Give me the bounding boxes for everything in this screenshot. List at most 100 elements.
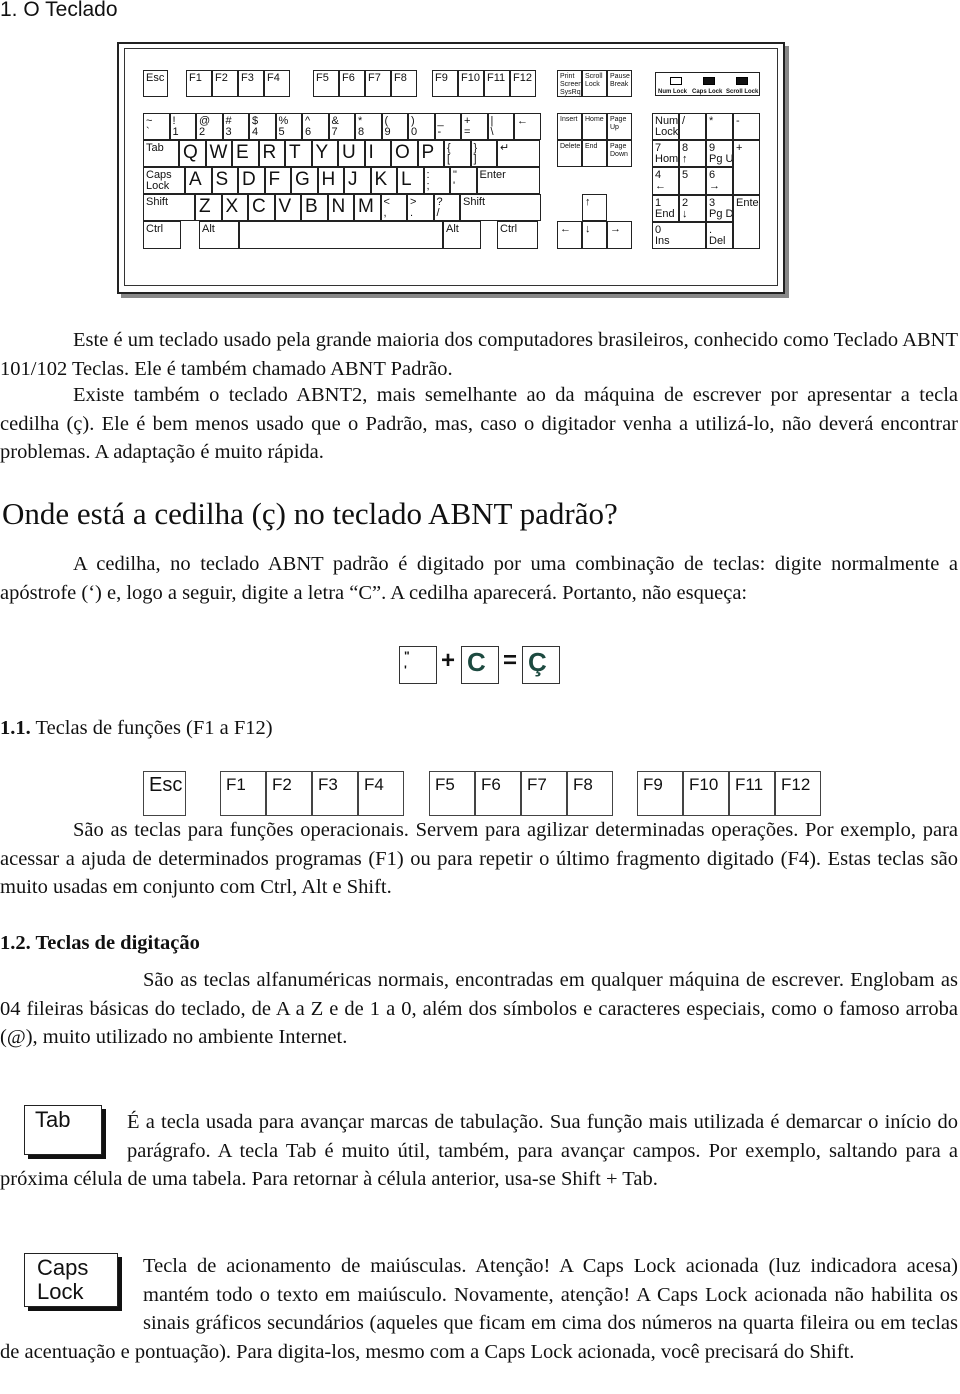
paragraph-abnt: Este é um teclado usado pela grande maio… — [0, 329, 958, 380]
keyboard-key: D — [238, 167, 265, 194]
keyboard-key: ^ 6 — [302, 113, 329, 140]
keyboard-key: & 7 — [328, 113, 355, 140]
keyboard-key: F — [264, 167, 291, 194]
numpad-key: . Del — [706, 221, 733, 249]
keyboard-key: * 8 — [355, 113, 382, 140]
numpad-key: Num Lock — [652, 113, 679, 141]
key-f2: F2 — [212, 70, 238, 97]
keyboard-key: ? / — [433, 194, 460, 221]
keyboard-key: : ; — [423, 167, 450, 194]
section-number: 1.1. — [0, 717, 31, 739]
numpad-key: 6 → — [706, 167, 733, 195]
keyboard-key: Z — [195, 194, 222, 221]
keyboard-key: Shift — [460, 194, 541, 221]
keyboard-key: Shift — [143, 194, 195, 221]
keyboard-key: R — [258, 140, 285, 167]
keyboard-key: Q — [179, 140, 206, 167]
keyboard-key: $ 4 — [249, 113, 276, 140]
arrow-right-key: → — [607, 221, 632, 249]
keyboard-key: Caps Lock — [143, 167, 185, 194]
keyboard-key: Alt — [443, 221, 481, 249]
paragraph-tab: É a tecla usada para avançar marcas de t… — [0, 1108, 958, 1194]
key-esc: Esc — [143, 70, 168, 97]
keyboard-key: ! 1 — [169, 113, 196, 140]
heading-section-1-2: 1.2. Teclas de digitação — [0, 932, 200, 955]
keyboard-key: W — [205, 140, 232, 167]
key-f3: F3 — [238, 70, 264, 97]
keyboard-key: Enter — [476, 167, 540, 194]
keyboard-key: Tab — [143, 140, 179, 167]
keyboard-key: G — [291, 167, 318, 194]
plus-sign: + — [441, 647, 456, 674]
numpad-key: 3 Pg Dn — [706, 194, 733, 222]
function-key-f7: F7 — [521, 771, 567, 816]
keyboard-key: { [ — [444, 140, 471, 167]
function-key-f9: F9 — [637, 771, 683, 816]
key-f11: F11 — [484, 70, 510, 97]
caps-lock-description: Tecla de acionamento de maiúsculas. Aten… — [0, 1255, 958, 1364]
function-key-f11: F11 — [729, 771, 775, 816]
key-f8: F8 — [391, 70, 417, 97]
keyboard-key: ← — [514, 113, 541, 140]
key-f5: F5 — [313, 70, 339, 97]
numpad-key: / — [679, 113, 706, 141]
led-indicator-panel: Num Lock Caps Lock Scroll Lock — [655, 72, 760, 96]
apostrophe-key: " ' — [399, 646, 437, 684]
keyboard-key: < , — [380, 194, 407, 221]
function-key-esc: Esc — [143, 771, 186, 816]
numpad-key: 1 End — [652, 194, 679, 222]
key-f7: F7 — [365, 70, 391, 97]
numpad-key: 7 Home — [652, 140, 679, 168]
keyboard-key: A — [185, 167, 212, 194]
keyboard-key: E — [232, 140, 259, 167]
navigation-key: Page Down — [607, 140, 632, 167]
keyboard-key: ( 9 — [381, 113, 408, 140]
led-light — [670, 77, 682, 85]
key-f10: F10 — [458, 70, 484, 97]
function-key-f12: F12 — [775, 771, 821, 816]
function-key-f5: F5 — [429, 771, 475, 816]
section-number: 1.2. — [0, 932, 31, 954]
keyboard-key: | \ — [487, 113, 514, 140]
key-f1: F1 — [186, 70, 212, 97]
function-key-f3: F3 — [312, 771, 358, 816]
function-key-f1: F1 — [220, 771, 266, 816]
keyboard-key — [239, 221, 443, 249]
keyboard-image: Esc F1 F2 F3 F4 F5 F6 F7 F8 F9 F10 F11 F12 Print Scre… — [117, 42, 785, 294]
function-key-f2: F2 — [266, 771, 312, 816]
keyboard-key: U — [338, 140, 365, 167]
function-key-f8: F8 — [567, 771, 613, 816]
keyboard-key: + = — [461, 113, 488, 140]
arrow-up-key: ↑ — [582, 194, 607, 221]
key-f6: F6 — [339, 70, 365, 97]
c-key: C — [461, 646, 499, 684]
equals-sign: = — [503, 647, 518, 674]
keyboard-key: _ - — [434, 113, 461, 140]
keyboard-key: K — [370, 167, 397, 194]
keyboard-key: ) 0 — [408, 113, 435, 140]
keyboard-key: } ] — [470, 140, 497, 167]
keyboard-key: Y — [311, 140, 338, 167]
numpad-key: 9 Pg Up — [706, 140, 733, 168]
keyboard-key: B — [301, 194, 328, 221]
numpad-key: 0 Ins — [652, 221, 706, 249]
led-label: Scroll Lock — [726, 89, 759, 95]
numpad-key: + — [733, 140, 760, 195]
keyboard-key: @ 2 — [196, 113, 223, 140]
keyboard-key: I — [364, 140, 391, 167]
key-f9: F9 — [432, 70, 458, 97]
function-key-f6: F6 — [475, 771, 521, 816]
keyboard-key: H — [317, 167, 344, 194]
paragraph-caps-lock: Tecla de acionamento de maiúsculas. Aten… — [0, 1252, 958, 1367]
keyboard-key: L — [397, 167, 424, 194]
heading-section-1-1: 1.1. Teclas de funções (F1 a F12) — [0, 717, 273, 740]
keyboard-key: C — [248, 194, 275, 221]
navigation-key: Delete — [557, 140, 582, 167]
key-f12: F12 — [510, 70, 536, 97]
keyboard-key: T — [285, 140, 312, 167]
numpad-key: 4 ← — [652, 167, 679, 195]
cedilha-key: Ç — [522, 646, 560, 684]
keyboard-key: P — [417, 140, 444, 167]
keyboard-key: " ' — [450, 167, 477, 194]
led-light — [703, 77, 715, 85]
